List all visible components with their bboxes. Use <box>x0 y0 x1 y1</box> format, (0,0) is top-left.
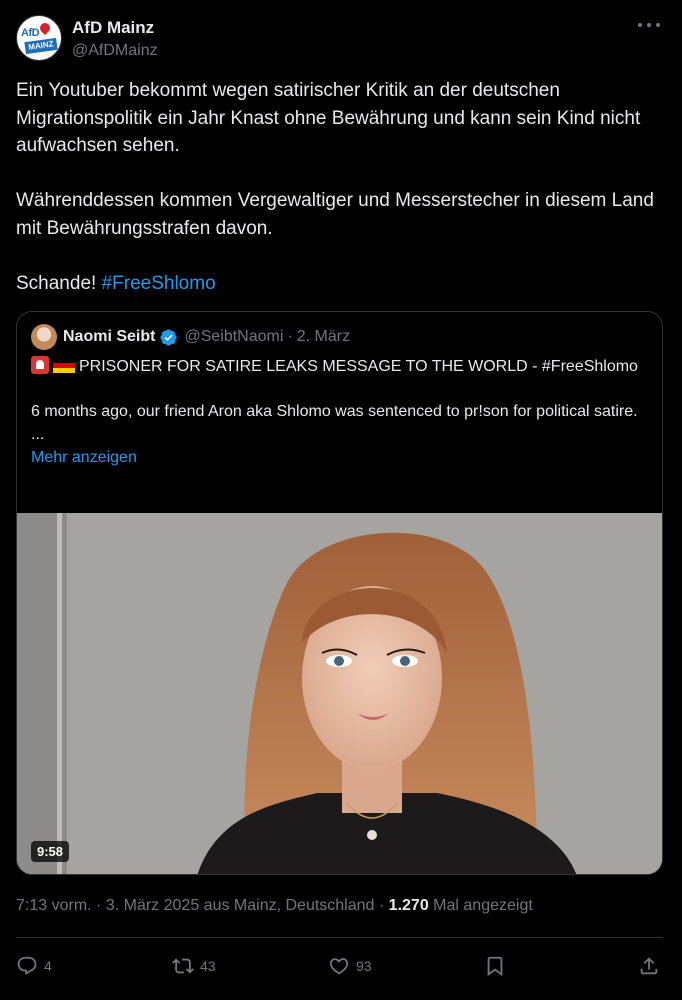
more-options-icon[interactable] <box>638 18 660 32</box>
view-label: Mal angezeigt <box>433 897 533 914</box>
repost-button[interactable]: 43 <box>172 955 328 977</box>
tweet-location: aus Mainz, Deutschland <box>203 897 375 914</box>
video-duration: 9:58 <box>31 841 70 862</box>
quoted-text-line1: PRISONER FOR SATIRE LEAKS MESSAGE TO THE… <box>79 358 638 375</box>
divider <box>16 937 663 938</box>
avatar-logo-text: AfD <box>21 27 40 39</box>
share-icon <box>640 957 658 975</box>
quoted-tweet[interactable]: Naomi Seibt @SeibtNaomi · 2. März PRISON… <box>16 311 663 875</box>
avatar-logo-band: MAINZ <box>24 37 58 55</box>
hashtag-link[interactable]: #FreeShlomo <box>102 273 216 294</box>
more-dot <box>656 23 660 27</box>
avatar-logo-pin <box>37 20 53 36</box>
siren-emoji-icon <box>31 356 49 374</box>
like-button[interactable]: 93 <box>328 955 484 977</box>
action-bar: 4 43 93 <box>16 950 663 982</box>
quoted-author-handle[interactable]: @SeibtNaomi <box>184 328 283 346</box>
quoted-tweet-date[interactable]: 2. März <box>297 328 350 346</box>
reply-icon <box>17 956 37 975</box>
tweet-header: AfD MAINZ AfD Mainz @AfDMainz <box>16 0 665 68</box>
tweet-text: Ein Youtuber bekommt wegen satirischer K… <box>16 77 656 297</box>
meta-separator: · <box>378 897 389 914</box>
video-player[interactable]: 9:58 <box>17 513 662 874</box>
bookmark-icon <box>487 956 503 977</box>
repost-count: 43 <box>200 958 216 974</box>
author-handle[interactable]: @AfDMainz <box>72 40 158 62</box>
meta-separator: · <box>96 897 106 914</box>
quoted-tweet-text: PRISONER FOR SATIRE LEAKS MESSAGE TO THE… <box>17 350 662 446</box>
verified-badge-icon <box>160 328 178 346</box>
view-count: 1.270 <box>388 897 429 914</box>
like-count: 93 <box>356 958 372 974</box>
author-avatar[interactable]: AfD MAINZ <box>16 15 62 61</box>
reply-button[interactable]: 4 <box>16 955 172 977</box>
bookmark-button[interactable] <box>484 955 638 977</box>
heart-icon <box>329 958 349 975</box>
reply-count: 4 <box>44 958 52 974</box>
quoted-author-avatar[interactable] <box>31 324 57 350</box>
quoted-author-name[interactable]: Naomi Seibt <box>63 328 155 346</box>
german-flag-icon <box>53 358 75 373</box>
separator-dot: · <box>287 328 293 345</box>
tweet-date[interactable]: 3. März 2025 <box>106 897 199 914</box>
tweet: AfD MAINZ AfD Mainz @AfDMainz Ein Youtub… <box>0 0 682 1000</box>
tweet-text-main: Ein Youtuber bekommt wegen satirischer K… <box>16 80 654 294</box>
quoted-text-line2: 6 months ago, our friend Aron aka Shlomo… <box>31 403 638 443</box>
quoted-tweet-header: Naomi Seibt @SeibtNaomi · 2. März <box>17 312 662 350</box>
author-display-name[interactable]: AfD Mainz <box>72 17 158 39</box>
more-dot <box>647 23 651 27</box>
tweet-meta: 7:13 vorm. · 3. März 2025 aus Mainz, Deu… <box>16 897 533 915</box>
tweet-time[interactable]: 7:13 vorm. <box>16 897 92 914</box>
author-names: AfD Mainz @AfDMainz <box>72 17 158 62</box>
share-button[interactable] <box>638 955 660 977</box>
show-more-link[interactable]: Mehr anzeigen <box>17 446 662 469</box>
more-dot <box>638 23 642 27</box>
video-thumbnail <box>17 513 662 874</box>
repost-icon <box>172 958 194 974</box>
